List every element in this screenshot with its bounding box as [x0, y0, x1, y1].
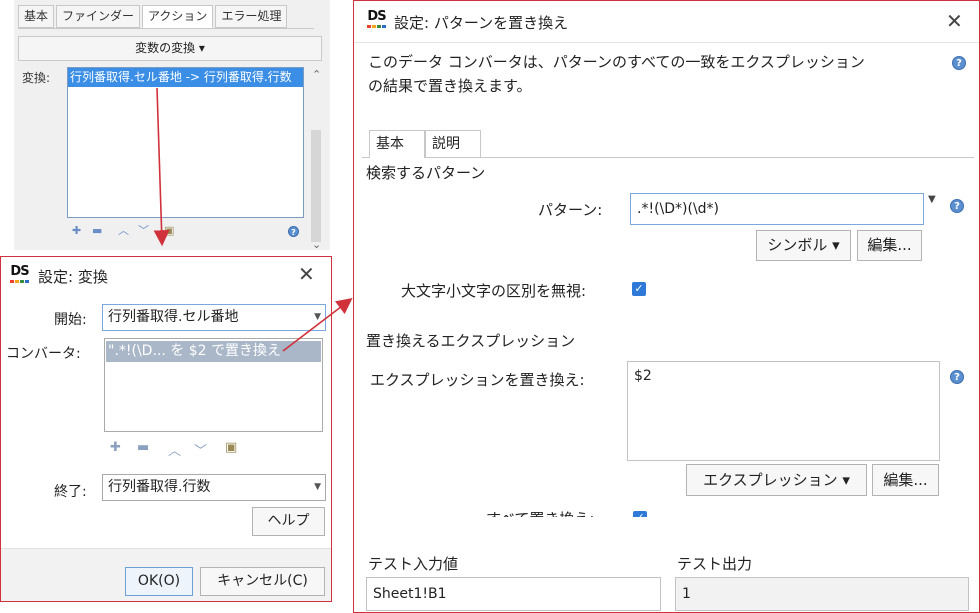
start-combo-value: 行列番取得.セル番地: [108, 309, 239, 325]
test-output-label: テスト出力: [677, 555, 753, 573]
move-up-converter-icon[interactable]: ︿: [168, 440, 181, 459]
move-down-converter-icon[interactable]: ﹀: [194, 440, 207, 459]
replace-expression-label: エクスプレッションを置き換え:: [370, 371, 585, 389]
add-converter-icon[interactable]: ✚: [110, 440, 121, 455]
dialog2-title-divider: [354, 42, 979, 43]
tab-description[interactable]: 説明: [425, 130, 481, 158]
end-combo-value: 行列番取得.行数: [108, 479, 211, 495]
test-output-value: 1: [682, 586, 691, 602]
start-label: 開始:: [54, 312, 87, 328]
remove-icon[interactable]: ▬: [92, 224, 102, 238]
start-combo[interactable]: 行列番取得.セル番地 ▼: [102, 304, 326, 331]
help-button[interactable]: ヘルプ: [252, 507, 325, 536]
tab-error-handling[interactable]: エラー処理: [215, 5, 288, 28]
panel-tab-bar: 基本 ファインダー アクション エラー処理: [18, 5, 288, 29]
pattern-value: .*!(\D*)(\d*): [637, 201, 720, 217]
replace-expression-section: 置き換えるエクスプレッション: [366, 332, 576, 350]
test-input-label: テスト入力値: [368, 555, 459, 573]
pattern-dropdown-icon[interactable]: ▼: [928, 194, 936, 205]
tab-basic-settings[interactable]: 基本: [369, 130, 425, 158]
end-label: 終了:: [54, 484, 87, 500]
scroll-up-icon[interactable]: ⌃: [312, 68, 321, 82]
description-line-2: の結果で置き換えます。: [368, 77, 532, 95]
converter-list-item[interactable]: ".*!(\D... を $2 で置き換え: [106, 341, 321, 362]
convert-list[interactable]: [67, 67, 304, 218]
tab-underline: [18, 28, 314, 29]
description-line-1: このデータ コンバータは、パターンのすべての一致をエクスプレッション: [368, 53, 865, 71]
dialog1-close-icon[interactable]: ✕: [298, 264, 315, 284]
pattern-edit-button[interactable]: 編集...: [857, 230, 922, 261]
test-input-value: Sheet1!B1: [373, 586, 447, 602]
replace-expression-textarea[interactable]: $2: [627, 361, 940, 461]
convert-label: 変換:: [22, 71, 51, 85]
add-icon[interactable]: ✚: [72, 224, 81, 238]
end-combo[interactable]: 行列番取得.行数 ▼: [102, 474, 326, 501]
chevron-down-icon: ▼: [314, 312, 321, 322]
replace-expression-value: $2: [634, 368, 652, 384]
dialog2-title: 設定: パターンを置き換え: [394, 14, 569, 32]
dialog2-close-icon[interactable]: ✕: [946, 11, 963, 31]
dialog1-title: 設定: 変換: [38, 268, 108, 286]
replace-all-row-clip: すべて置き換え: ✓: [356, 509, 977, 517]
test-output-field: 1: [675, 577, 969, 611]
move-up-icon[interactable]: ︿: [118, 224, 129, 238]
panel-help-icon[interactable]: ?: [288, 226, 299, 237]
replace-all-label: すべて置き換え:: [486, 509, 594, 517]
converter-label: コンバータ:: [6, 346, 81, 362]
scroll-down-icon[interactable]: ⌄: [312, 238, 321, 252]
remove-converter-icon[interactable]: ▬: [137, 440, 149, 455]
chevron-down-icon: ▼: [314, 482, 321, 492]
search-pattern-section: 検索するパターン: [366, 164, 486, 182]
symbol-button[interactable]: シンボル ▾: [756, 230, 851, 261]
active-tab-gap: [370, 157, 424, 159]
convert-variable-menu-button[interactable]: 変数の変換 ▾: [18, 36, 322, 61]
tab-action[interactable]: アクション: [142, 5, 214, 28]
tab-underline: [362, 157, 974, 158]
cancel-button[interactable]: キャンセル(C): [200, 567, 325, 596]
replace-all-checkbox[interactable]: ✓: [633, 511, 647, 517]
ds-logo-icon: DS: [9, 265, 30, 286]
ignore-case-checkbox[interactable]: ✓: [632, 282, 646, 296]
converter-note-icon[interactable]: ▣: [225, 440, 237, 455]
pattern-help-icon[interactable]: ?: [950, 199, 964, 213]
move-down-icon[interactable]: ﹀: [138, 224, 149, 238]
convert-list-item[interactable]: 行列番取得.セル番地 -> 行列番取得.行数: [68, 68, 303, 87]
panel-scrollbar-thumb[interactable]: [311, 130, 321, 242]
ok-button[interactable]: OK(O): [125, 567, 193, 596]
test-input-field[interactable]: Sheet1!B1: [366, 577, 661, 611]
ignore-case-label: 大文字小文字の区別を無視:: [401, 282, 587, 300]
ds-logo-icon: DS: [366, 10, 387, 31]
expression-edit-button[interactable]: 編集...: [872, 464, 939, 496]
pattern-input[interactable]: .*!(\D*)(\d*): [630, 193, 924, 225]
tab-finder[interactable]: ファインダー: [56, 5, 141, 28]
description-help-icon[interactable]: ?: [952, 56, 966, 70]
pattern-label: パターン:: [538, 201, 603, 219]
expression-button[interactable]: エクスプレッション ▾: [686, 464, 867, 496]
note-icon[interactable]: ▣: [164, 224, 174, 238]
replace-help-icon[interactable]: ?: [950, 370, 964, 384]
tab-basic[interactable]: 基本: [18, 5, 55, 28]
